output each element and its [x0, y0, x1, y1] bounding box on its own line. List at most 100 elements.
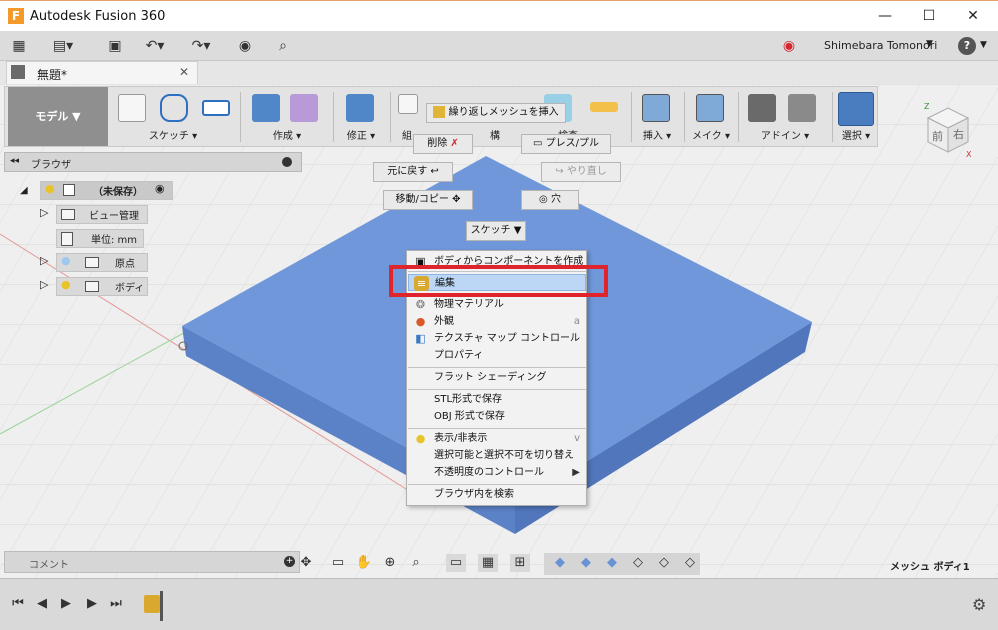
menu-item-show-hide[interactable]: ● 表示/非表示 v — [408, 430, 586, 447]
select-arrow-icon[interactable] — [838, 92, 874, 126]
minimize-button[interactable]: — — [862, 1, 908, 32]
menu-item-texture-map[interactable]: ◧ テクスチャ マップ コントロール — [408, 330, 586, 347]
browser-root-row[interactable]: ◢ — [20, 181, 28, 201]
undo-button[interactable]: 元に戻す ↩ — [373, 162, 453, 182]
menu-item-appearance[interactable]: ● 外観 a — [408, 313, 586, 330]
zoom-icon[interactable]: ⊕ — [380, 554, 400, 572]
browser-item-units[interactable]: 単位: mm — [56, 229, 144, 248]
search-icon[interactable]: ⌕ — [272, 36, 294, 56]
help-chevron-icon[interactable]: ▼ — [980, 40, 987, 50]
menu-item-physical-material[interactable]: ❂ 物理マテリアル — [408, 296, 586, 313]
ribbon-group-addins[interactable]: アドイン ▾ — [742, 88, 828, 144]
hole-button[interactable]: ◎ 穴 — [521, 190, 579, 210]
shaded-cube-icon[interactable]: ◆ — [550, 554, 570, 572]
comment-bar[interactable]: コメント + — [4, 551, 300, 573]
go-to-end-icon[interactable]: ⏭ — [108, 596, 124, 612]
orbit-icon[interactable]: ✥ — [296, 554, 316, 572]
menu-item-flat-shading[interactable]: フラット シェーディング — [408, 369, 586, 386]
close-window-button[interactable]: ✕ — [950, 1, 996, 32]
app-store-icon[interactable] — [788, 94, 816, 122]
save-icon[interactable]: ▣ — [104, 36, 126, 56]
wireframe-cube-icon[interactable]: ◇ — [628, 554, 648, 572]
fit-zoom-icon[interactable]: ⌕ — [406, 554, 426, 572]
visibility-bulb-icon[interactable]: ● — [45, 182, 55, 195]
create-sketch-icon[interactable] — [118, 94, 146, 122]
press-pull-button[interactable]: ▭ プレス/プル — [521, 134, 611, 154]
pan-hand-icon[interactable]: ✋ — [354, 554, 374, 572]
press-pull-icon[interactable] — [346, 94, 374, 122]
step-back-icon[interactable]: ◀ — [34, 596, 50, 612]
menu-item-save-obj[interactable]: OBJ 形式で保存 — [408, 408, 586, 425]
new-component-icon[interactable] — [398, 94, 418, 114]
activate-radio-icon[interactable]: ◉ — [155, 182, 165, 195]
maximize-button[interactable]: ☐ — [906, 1, 952, 32]
user-name[interactable]: Shimebara Tomonori — [824, 39, 937, 52]
view-cube-right[interactable]: 右 — [953, 126, 964, 142]
play-icon[interactable]: ▶ — [58, 596, 74, 612]
browser-item-bodies[interactable]: ● ボディ — [56, 277, 148, 296]
close-tab-button[interactable]: ✕ — [179, 65, 189, 79]
sketch-dropdown-button[interactable]: スケッチ ▼ — [466, 221, 526, 241]
browser-root-item[interactable]: ● （未保存） ◉ — [40, 181, 173, 200]
online-status-icon[interactable]: ◉ — [234, 36, 256, 56]
redo-button[interactable]: ↪ やり直し — [541, 162, 621, 182]
data-panel-grid-icon[interactable]: ▦ — [8, 36, 30, 56]
ribbon-group-modify[interactable]: 修正 ▾ — [338, 88, 384, 144]
browser-item-origin[interactable]: ● 原点 — [56, 253, 148, 272]
shaded-edges-cube-icon[interactable]: ◆ — [576, 554, 596, 572]
go-to-start-icon[interactable]: ⏮ — [10, 596, 26, 612]
browser-item-view-manager[interactable]: ビュー管理 — [56, 205, 148, 224]
insert-repeat-mesh-button[interactable]: 繰り返しメッシュを挿入 — [426, 103, 566, 123]
ribbon-group-make[interactable]: メイク ▾ — [690, 88, 732, 144]
add-comment-icon[interactable]: + — [284, 556, 295, 567]
expand-triangle-icon[interactable]: ▷ — [40, 206, 48, 219]
document-tab[interactable]: 無題* ✕ — [6, 61, 198, 84]
file-menu-icon[interactable]: ▤▾ — [52, 36, 74, 56]
visibility-bulb-icon[interactable]: ● — [61, 278, 71, 291]
visible-edges-cube-icon[interactable]: ◆ — [602, 554, 622, 572]
delete-button[interactable]: 削除 ✗ — [413, 134, 473, 154]
browser-pin-icon[interactable] — [282, 157, 292, 167]
line-sketch-icon[interactable] — [160, 94, 188, 122]
collapse-triangle-icon[interactable]: ◢ — [20, 185, 28, 196]
look-at-icon[interactable]: ▭ — [328, 554, 348, 572]
menu-item-toggle-selectable[interactable]: 選択可能と選択不可を切り替え — [408, 447, 586, 464]
view-cube-front[interactable]: 前 — [932, 128, 943, 144]
move-copy-button[interactable]: 移動/コピー ✥ — [383, 190, 473, 210]
undo-icon[interactable]: ↶▾ — [144, 36, 166, 56]
display-settings-icon[interactable]: ▭ — [446, 554, 466, 572]
menu-item-properties[interactable]: プロパティ — [408, 347, 586, 364]
collapse-browser-icon[interactable]: ◂◂ — [10, 156, 19, 166]
outline-cube-icon[interactable]: ◇ — [680, 554, 700, 572]
measure-ruler-icon[interactable] — [590, 102, 618, 112]
step-forward-icon[interactable]: ▶ — [84, 596, 100, 612]
visibility-bulb-icon[interactable]: ● — [61, 254, 71, 267]
ribbon-group-insert[interactable]: 挿入 ▾ — [636, 88, 678, 144]
form-icon[interactable] — [290, 94, 318, 122]
view-cube[interactable]: 前 右 Z X — [922, 100, 974, 162]
viewports-icon[interactable]: ⊞ — [510, 554, 530, 572]
redo-icon[interactable]: ↷▾ — [190, 36, 212, 56]
browser-panel-header[interactable]: ◂◂ ブラウザ — [4, 152, 302, 172]
user-menu-chevron-icon[interactable]: ▼ — [926, 39, 933, 49]
grid-settings-icon[interactable]: ▦ — [478, 554, 498, 572]
3d-print-icon[interactable] — [696, 94, 724, 122]
workspace-switcher[interactable]: モデル ▼ — [8, 87, 108, 146]
extrude-icon[interactable] — [252, 94, 280, 122]
ribbon-group-sketch[interactable]: スケッチ ▾ — [112, 88, 234, 144]
rectangle-sketch-icon[interactable] — [202, 100, 230, 116]
ribbon-group-select[interactable]: 選択 ▾ — [836, 88, 876, 144]
hidden-edges-cube-icon[interactable]: ◇ — [654, 554, 674, 572]
insert-image-icon[interactable] — [642, 94, 670, 122]
menu-item-find-in-browser[interactable]: ブラウザ内を検索 — [408, 486, 586, 503]
expand-triangle-icon[interactable]: ▷ — [40, 254, 48, 267]
record-icon[interactable]: ◉ — [778, 36, 800, 56]
timeline-settings-gear-icon[interactable]: ⚙ — [972, 595, 986, 614]
timeline-marker[interactable] — [160, 591, 163, 621]
expand-triangle-icon[interactable]: ▷ — [40, 278, 48, 291]
help-button[interactable]: ? — [958, 37, 976, 55]
timeline-mesh-feature-icon[interactable] — [144, 595, 160, 613]
menu-item-opacity-control[interactable]: 不透明度のコントロール ▶ — [408, 464, 586, 481]
ribbon-group-create[interactable]: 作成 ▾ — [246, 88, 328, 144]
menu-item-save-stl[interactable]: STL形式で保存 — [408, 391, 586, 408]
